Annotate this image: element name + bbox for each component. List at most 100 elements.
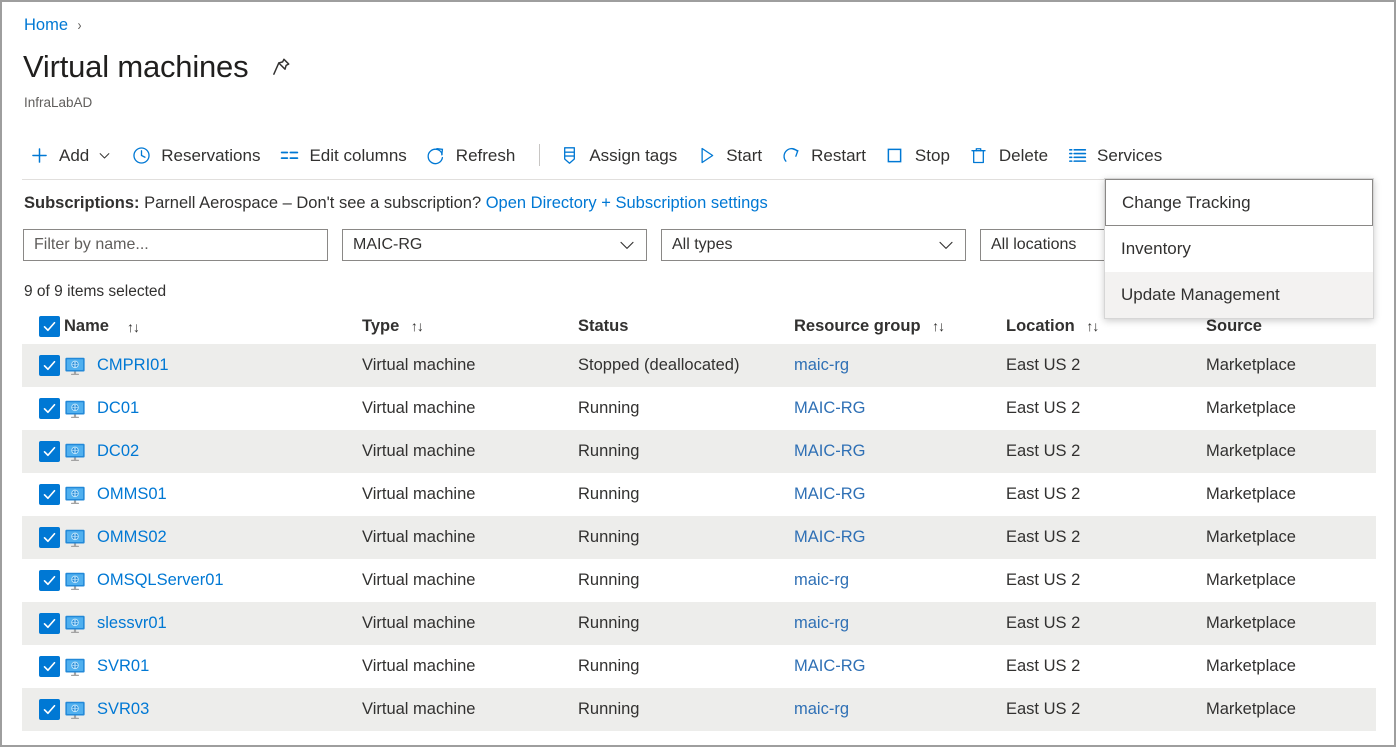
vm-name-link[interactable]: DC02 — [97, 442, 139, 461]
edit-columns-button[interactable]: Edit columns — [272, 140, 418, 170]
table-row[interactable]: OMMS01 Virtual machine Running MAIC-RG East … — [22, 473, 1376, 516]
vm-name-link[interactable]: DC01 — [97, 399, 139, 418]
cell-location: East US 2 — [1006, 356, 1206, 375]
resource-group-link[interactable]: MAIC-RG — [794, 528, 866, 546]
source-value: Marketplace — [1206, 571, 1296, 589]
resource-group-link[interactable]: MAIC-RG — [794, 442, 866, 460]
assign-tags-button[interactable]: Assign tags — [552, 140, 689, 170]
cell-location: East US 2 — [1006, 571, 1206, 590]
cell-source: Marketplace — [1206, 442, 1376, 461]
table-row[interactable]: CMPRI01 Virtual machine Stopped (deallocat… — [22, 344, 1376, 387]
cell-location: East US 2 — [1006, 614, 1206, 633]
table-row[interactable]: SVR03 Virtual machine Running maic-rg East U… — [22, 688, 1376, 731]
resource-group-link[interactable]: maic-rg — [794, 700, 849, 718]
row-checkbox[interactable] — [39, 484, 60, 505]
vm-name-link[interactable]: SVR01 — [97, 657, 149, 676]
table-row[interactable]: DC02 Virtual machine Running MAIC-RG East US… — [22, 430, 1376, 473]
virtual-machine-icon — [64, 398, 86, 420]
row-select-cell — [22, 613, 64, 634]
cell-status: Running — [578, 399, 794, 418]
row-select-cell — [22, 484, 64, 505]
vm-name-link[interactable]: SVR03 — [97, 700, 149, 719]
resource-group-dropdown[interactable]: MAIC-RG — [342, 229, 647, 261]
services-list-icon — [1066, 144, 1088, 166]
cell-status: Running — [578, 614, 794, 633]
table-row[interactable]: OMSQLServer01 Virtual machine Running maic-… — [22, 559, 1376, 602]
vm-name-link[interactable]: OMMS02 — [97, 528, 167, 547]
virtual-machine-icon — [64, 355, 86, 377]
resource-group-link[interactable]: MAIC-RG — [794, 485, 866, 503]
resource-group-link[interactable]: MAIC-RG — [794, 657, 866, 675]
virtual-machine-icon — [64, 570, 86, 592]
virtual-machine-icon — [64, 699, 86, 721]
refresh-label: Refresh — [455, 145, 516, 165]
table-row[interactable]: slessvr01 Virtual machine Running maic-rg Ea… — [22, 602, 1376, 645]
resource-group-link[interactable]: maic-rg — [794, 614, 849, 632]
vm-name-link[interactable]: slessvr01 — [97, 614, 167, 633]
refresh-icon — [425, 144, 447, 166]
row-checkbox[interactable] — [39, 699, 60, 720]
services-button[interactable]: Services — [1060, 140, 1174, 170]
vm-name-link[interactable]: OMSQLServer01 — [97, 571, 224, 590]
source-value: Marketplace — [1206, 528, 1296, 546]
status-value: Running — [578, 442, 640, 460]
row-checkbox[interactable] — [39, 613, 60, 634]
column-header-resource-group[interactable]: Resource group ↑↓ — [794, 317, 1006, 336]
breadcrumb-chevron-icon: › — [77, 17, 82, 34]
services-menu-item[interactable]: Inventory — [1105, 226, 1373, 272]
type-dropdown[interactable]: All types — [661, 229, 966, 261]
reservations-button[interactable]: Reservations — [124, 140, 272, 170]
resource-group-link[interactable]: MAIC-RG — [794, 399, 866, 417]
play-icon — [695, 144, 717, 166]
filter-by-name-input[interactable]: Filter by name... — [23, 229, 328, 261]
refresh-button[interactable]: Refresh — [419, 140, 528, 170]
column-header-location[interactable]: Location ↑↓ — [1006, 317, 1206, 336]
resource-group-link[interactable]: maic-rg — [794, 571, 849, 589]
restart-button[interactable]: Restart — [774, 140, 878, 170]
services-menu-item-label: Update Management — [1121, 285, 1280, 304]
filter-bar: Filter by name... MAIC-RG All types All … — [23, 229, 1285, 261]
start-button[interactable]: Start — [689, 140, 774, 170]
select-all-checkbox[interactable] — [39, 316, 60, 337]
status-value: Running — [578, 700, 640, 718]
azure-portal-virtual-machines-page: Home › Virtual machines InfraLabAD Add R… — [0, 0, 1396, 747]
chevron-down-icon — [937, 236, 955, 254]
source-value: Marketplace — [1206, 657, 1296, 675]
services-menu-item[interactable]: Update Management — [1105, 272, 1373, 318]
vm-name-link[interactable]: OMMS01 — [97, 485, 167, 504]
cell-type: Virtual machine — [362, 571, 578, 590]
delete-label: Delete — [998, 145, 1049, 165]
row-checkbox[interactable] — [39, 355, 60, 376]
row-checkbox[interactable] — [39, 441, 60, 462]
cell-name: CMPRI01 — [64, 355, 362, 377]
row-checkbox[interactable] — [39, 570, 60, 591]
services-menu-item[interactable]: Change Tracking — [1105, 179, 1373, 226]
resource-group-link[interactable]: maic-rg — [794, 356, 849, 374]
cell-status: Stopped (deallocated) — [578, 356, 794, 375]
pin-icon[interactable] — [270, 56, 292, 78]
column-header-status[interactable]: Status — [578, 317, 794, 336]
delete-button[interactable]: Delete — [962, 140, 1060, 170]
row-checkbox[interactable] — [39, 398, 60, 419]
column-header-name[interactable]: Name ↑↓ — [64, 317, 362, 336]
sort-icon[interactable]: ↑↓ — [932, 318, 945, 334]
breadcrumb-home-link[interactable]: Home — [24, 16, 68, 35]
vm-name-link[interactable]: CMPRI01 — [97, 356, 169, 375]
sort-icon[interactable]: ↑↓ — [1086, 318, 1099, 334]
table-row[interactable]: DC01 Virtual machine Running MAIC-RG East US… — [22, 387, 1376, 430]
table-row[interactable]: SVR01 Virtual machine Running MAIC-RG East U… — [22, 645, 1376, 688]
sort-icon[interactable]: ↑↓ — [127, 319, 140, 335]
sort-icon[interactable]: ↑↓ — [411, 318, 424, 334]
column-header-source[interactable]: Source — [1206, 317, 1376, 336]
location-value: East US 2 — [1006, 442, 1081, 460]
table-row[interactable]: OMMS02 Virtual machine Running MAIC-RG East … — [22, 516, 1376, 559]
source-value: Marketplace — [1206, 614, 1296, 632]
cell-type: Virtual machine — [362, 442, 578, 461]
add-button[interactable]: Add — [22, 140, 124, 170]
stop-button[interactable]: Stop — [878, 140, 962, 170]
column-header-type[interactable]: Type ↑↓ — [362, 317, 578, 336]
open-directory-subscription-settings-link[interactable]: Open Directory + Subscription settings — [486, 194, 768, 212]
row-checkbox[interactable] — [39, 656, 60, 677]
status-value: Running — [578, 657, 640, 675]
row-checkbox[interactable] — [39, 527, 60, 548]
